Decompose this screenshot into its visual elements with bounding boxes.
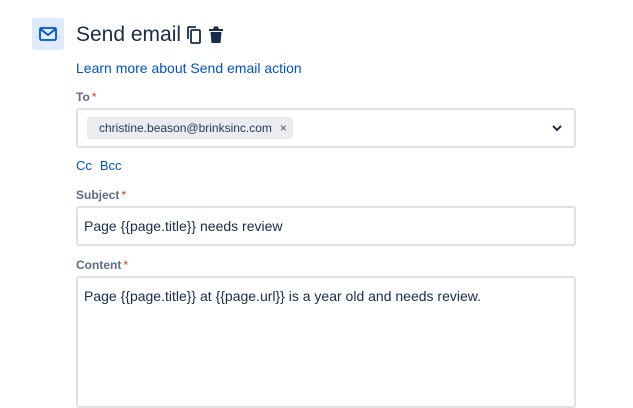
to-select[interactable]: christine.beason@brinksinc.com × — [76, 108, 576, 148]
trash-icon[interactable] — [207, 24, 225, 46]
to-label: To * — [76, 90, 96, 104]
subject-label-text: Subject — [76, 188, 120, 202]
cc-link[interactable]: Cc — [76, 158, 92, 173]
envelope-icon — [32, 18, 64, 50]
learn-more-link[interactable]: Learn more about Send email action — [76, 60, 302, 76]
content-label-text: Content — [76, 258, 122, 272]
bcc-link[interactable]: Bcc — [100, 158, 122, 173]
title-tools — [185, 24, 225, 46]
to-label-text: To — [76, 90, 90, 104]
subject-input[interactable] — [76, 206, 576, 246]
page-title: Send email — [76, 23, 182, 46]
recipient-chip: christine.beason@brinksinc.com × — [87, 117, 293, 139]
required-mark: * — [121, 188, 127, 202]
recipient-email: christine.beason@brinksinc.com — [99, 121, 272, 135]
subject-label: Subject * — [76, 188, 126, 202]
content-textarea[interactable]: Page {{page.title}} at {{page.url}} is a… — [76, 276, 576, 408]
chevron-down-icon[interactable] — [550, 121, 564, 135]
required-mark: * — [123, 258, 128, 272]
close-icon[interactable]: × — [280, 121, 287, 135]
cc-bcc-row: Cc Bcc — [76, 158, 130, 173]
content-label: Content * — [76, 258, 128, 272]
required-mark: * — [91, 90, 97, 104]
copy-icon[interactable] — [185, 24, 203, 46]
